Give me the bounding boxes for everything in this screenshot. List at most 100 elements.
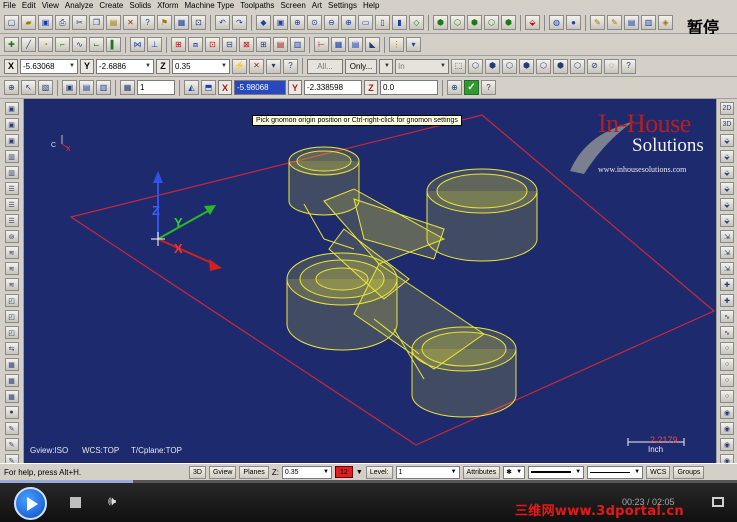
filter-all-button[interactable]: All... (307, 58, 343, 74)
puzzle-icon[interactable]: ✚ (720, 294, 734, 307)
select-poly-icon[interactable]: ⬡ (570, 58, 585, 74)
lock-icon[interactable]: ⊡ (191, 15, 206, 30)
solid-box-icon[interactable]: ⬢ (433, 15, 448, 30)
tool-icon[interactable]: ✎ (4, 438, 19, 451)
dimension-icon[interactable]: ⊢ (314, 37, 329, 52)
stretch-icon[interactable]: ▤ (273, 37, 288, 52)
zoom-icon[interactable]: ⊕ (341, 15, 356, 30)
z-depth-field[interactable]: 0.35 ▼ (281, 465, 332, 479)
view-3d-icon[interactable]: 3D (720, 118, 734, 131)
menu-edit[interactable]: Edit (19, 0, 39, 12)
filter-only-button[interactable]: Only... (345, 58, 377, 74)
plane-icon[interactable]: ⬙ (720, 166, 734, 179)
autocursor-dropdown-icon[interactable]: ▾ (266, 58, 281, 74)
color-swatch[interactable]: 12 (334, 466, 353, 478)
gnomon-x-field[interactable]: -5.98068 (234, 80, 286, 95)
menu-solids[interactable]: Solids (126, 0, 154, 12)
menu-machine-type[interactable]: Machine Type (182, 0, 238, 12)
iso-view-icon[interactable]: ◇ (409, 15, 424, 30)
new-file-icon[interactable]: ▢ (4, 15, 19, 30)
unzoom-icon[interactable]: ⊖ (324, 15, 339, 30)
toolpath-icon[interactable]: ≋ (4, 262, 19, 275)
offset-icon[interactable]: ⊠ (239, 37, 254, 52)
side-view-icon[interactable]: ▮ (392, 15, 407, 30)
gnomon-align-icon[interactable]: ◭ (184, 80, 199, 95)
extra-icon[interactable]: ◈ (658, 15, 673, 30)
arc-icon[interactable]: ◔ (38, 37, 53, 52)
scale-icon[interactable]: ⊟ (222, 37, 237, 52)
play-button[interactable] (14, 487, 47, 520)
select-body-icon[interactable]: ⬢ (519, 58, 534, 74)
front-view-icon[interactable]: ▯ (375, 15, 390, 30)
circle-icon[interactable]: ○ (720, 342, 734, 355)
groups-button[interactable]: Groups (673, 465, 705, 479)
shaded-solid-icon[interactable]: ⬢ (467, 15, 482, 30)
planes-button[interactable]: Planes (239, 465, 269, 479)
layer-icon[interactable]: ▦ (174, 15, 189, 30)
spline-icon[interactable]: ∿ (72, 37, 87, 52)
list-icon[interactable]: ☰ (4, 182, 19, 195)
tool-icon[interactable]: ✎ (4, 422, 19, 435)
select-edge-icon[interactable]: ⬡ (502, 58, 517, 74)
node-icon[interactable]: ◉ (720, 406, 734, 419)
gnomon-z-field[interactable]: 0.0 (380, 80, 438, 95)
plane-icon[interactable]: ⬙ (720, 182, 734, 195)
line-width-dropdown[interactable]: ▼ (587, 465, 644, 479)
sphere-icon[interactable]: ● (566, 15, 581, 30)
tool-icon[interactable]: ✎ (4, 454, 19, 463)
select-chain-icon[interactable]: ⬡ (536, 58, 551, 74)
menu-screen[interactable]: Screen (277, 0, 308, 12)
flag-icon[interactable]: ⚑ (157, 15, 172, 30)
contour-icon[interactable]: ◰ (4, 294, 19, 307)
break-icon[interactable]: ⊥ (147, 37, 162, 52)
3d-button[interactable]: 3D (189, 465, 206, 479)
print-icon[interactable]: ⎙ (55, 15, 70, 30)
transform-icon[interactable]: ⇲ (720, 262, 734, 275)
level-field[interactable]: 1 ▼ (395, 465, 460, 479)
list-icon[interactable]: ☰ (4, 214, 19, 227)
gnomon-y-field[interactable]: -2.338598 (304, 80, 362, 95)
level-label[interactable]: Level: (365, 465, 393, 479)
open-file-icon[interactable]: ▰ (21, 15, 36, 30)
menu-art[interactable]: Art (309, 0, 325, 12)
selection-mode-dropdown[interactable]: In ▼ (395, 58, 449, 74)
note-icon[interactable]: ▤ (348, 37, 363, 52)
roll-icon[interactable]: ⊞ (256, 37, 271, 52)
gnomon-select-icon[interactable]: ↖ (21, 80, 36, 95)
ribbon-help-icon[interactable]: ? (481, 80, 496, 95)
apply-icon[interactable]: ⊕ (447, 80, 462, 95)
ribbon-help-icon[interactable]: ? (621, 58, 636, 74)
cube-icon[interactable]: ▣ (4, 102, 19, 115)
pattern-icon[interactable]: ▦ (4, 358, 19, 371)
gview-button[interactable]: Gview (208, 465, 237, 479)
toolpath-icon[interactable]: ≋ (4, 246, 19, 259)
view-2d-icon[interactable]: 2D (720, 102, 734, 115)
bars-icon[interactable]: ⋮ (389, 37, 404, 52)
menu-file[interactable]: File (0, 0, 19, 12)
plane-list-icon[interactable]: ▦ (120, 80, 135, 95)
drag-icon[interactable]: ▥ (290, 37, 305, 52)
triangle-icon[interactable]: ◣ (365, 37, 380, 52)
fillet-icon[interactable]: ⌐ (55, 37, 70, 52)
transform-icon[interactable]: ⇲ (720, 246, 734, 259)
pattern-icon[interactable]: ▦ (4, 390, 19, 403)
transform-icon[interactable]: ⇲ (720, 230, 734, 243)
zoom-target-icon[interactable]: ⊙ (307, 15, 322, 30)
chart-icon[interactable]: ▥ (4, 150, 19, 163)
plane-icon[interactable]: ⬙ (720, 150, 734, 163)
select-face-icon[interactable]: ⬢ (485, 58, 500, 74)
x-coord-field[interactable]: -5.63068 ▼ (20, 58, 78, 74)
shaded-icon[interactable]: ⬡ (450, 15, 465, 30)
menu-toolpaths[interactable]: Toolpaths (237, 0, 277, 12)
gnomon-origin-icon[interactable]: ⊕ (4, 80, 19, 95)
arrows-icon[interactable]: ⇆ (4, 342, 19, 355)
filter-dropdown[interactable]: ▼ (379, 58, 393, 74)
menu-create[interactable]: Create (96, 0, 126, 12)
cube-icon[interactable]: ▣ (4, 118, 19, 131)
line-style-dropdown[interactable]: ▼ (528, 465, 585, 479)
cube-icon[interactable]: ▣ (4, 134, 19, 147)
hatch-icon[interactable]: ▦ (331, 37, 346, 52)
top-view-icon[interactable]: ▭ (358, 15, 373, 30)
menu-view[interactable]: View (39, 0, 62, 12)
menu-analyze[interactable]: Analyze (62, 0, 96, 12)
